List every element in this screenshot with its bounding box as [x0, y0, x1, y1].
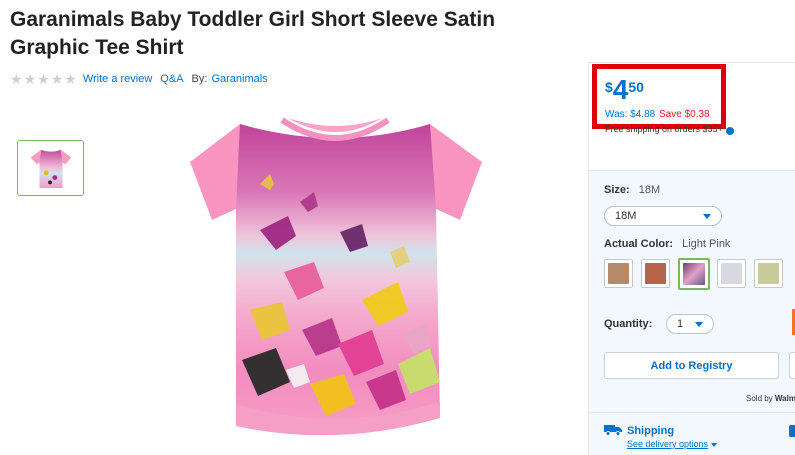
by-label: By: [191, 73, 208, 85]
size-select-value: 18M [615, 210, 637, 222]
delivery-options-label: See delivery options [627, 439, 709, 449]
sold-by: Sold by Walm [746, 394, 795, 403]
product-thumbnail[interactable] [17, 140, 84, 196]
chevron-down-icon [695, 321, 703, 327]
quantity-label: Quantity: [604, 318, 653, 330]
swatch-fill [683, 263, 705, 285]
size-row: Size: 18M [604, 184, 660, 196]
chevron-down-icon [711, 442, 718, 447]
color-label: Actual Color: [604, 238, 674, 250]
add-to-registry-button[interactable]: Add to Registry [604, 352, 779, 379]
product-meta-row: ★ ★ ★ ★ ★ Write a review Q&A By: Garanim… [10, 72, 268, 86]
buy-box-divider [588, 412, 795, 413]
brand-link[interactable]: Garanimals [211, 73, 267, 85]
quantity-row: Quantity: [604, 318, 652, 330]
star-icon: ★ [10, 71, 23, 87]
swatch-fill [758, 263, 779, 284]
quantity-select[interactable]: 1 [666, 314, 714, 334]
price-highlight: $ 4 50 Was: $4.88 Save $0.38 [592, 64, 726, 129]
thumbnail-shirt-image [30, 149, 71, 189]
shirt-image [190, 117, 482, 436]
quantity-select-value: 1 [677, 318, 684, 330]
swatch-fill [645, 263, 666, 284]
sold-by-label: Sold by [746, 394, 773, 403]
info-icon[interactable] [726, 127, 734, 135]
size-select[interactable]: 18M [604, 206, 722, 226]
truck-icon [604, 425, 622, 436]
swatch-fill [608, 263, 629, 284]
star-icon: ★ [50, 71, 64, 87]
color-swatch-2[interactable] [641, 259, 670, 288]
price-currency: $ [605, 79, 613, 95]
color-swatch-4[interactable] [717, 259, 746, 288]
secondary-button-edge[interactable] [789, 352, 795, 379]
product-title: Garanimals Baby Toddler Girl Short Sleev… [10, 8, 496, 59]
star-icon: ★ [37, 71, 50, 87]
color-value: Light Pink [682, 238, 731, 250]
store-icon [789, 425, 795, 437]
chevron-down-icon [703, 213, 711, 219]
star-icon: ★ [64, 71, 77, 87]
swatch-fill [721, 263, 742, 284]
star-icon: ★ [23, 71, 37, 87]
free-shipping-note: Free shipping on orders $35+ [605, 124, 723, 134]
size-label: Size: [604, 184, 630, 196]
was-price: Was: $4.88 [605, 109, 656, 120]
delivery-options-link[interactable]: See delivery options [627, 439, 718, 449]
color-swatch-selected[interactable] [678, 258, 710, 290]
write-review-link[interactable]: Write a review [83, 73, 152, 85]
qa-link[interactable]: Q&A [160, 73, 183, 85]
color-row: Actual Color: Light Pink [604, 238, 730, 250]
price-cents: 50 [628, 79, 644, 95]
price-dollars: 4 [612, 74, 629, 105]
savings-amount: Save $0.38 [659, 109, 710, 120]
size-value: 18M [638, 184, 661, 196]
shipping-title: Shipping [627, 425, 675, 437]
color-swatch-1[interactable] [604, 259, 633, 288]
rating-stars[interactable]: ★ ★ ★ ★ ★ [10, 72, 77, 86]
current-price: $ 4 50 [605, 75, 644, 105]
main-product-image[interactable] [190, 112, 490, 452]
seller-name[interactable]: Walm [775, 394, 795, 403]
color-swatch-5[interactable] [754, 259, 783, 288]
